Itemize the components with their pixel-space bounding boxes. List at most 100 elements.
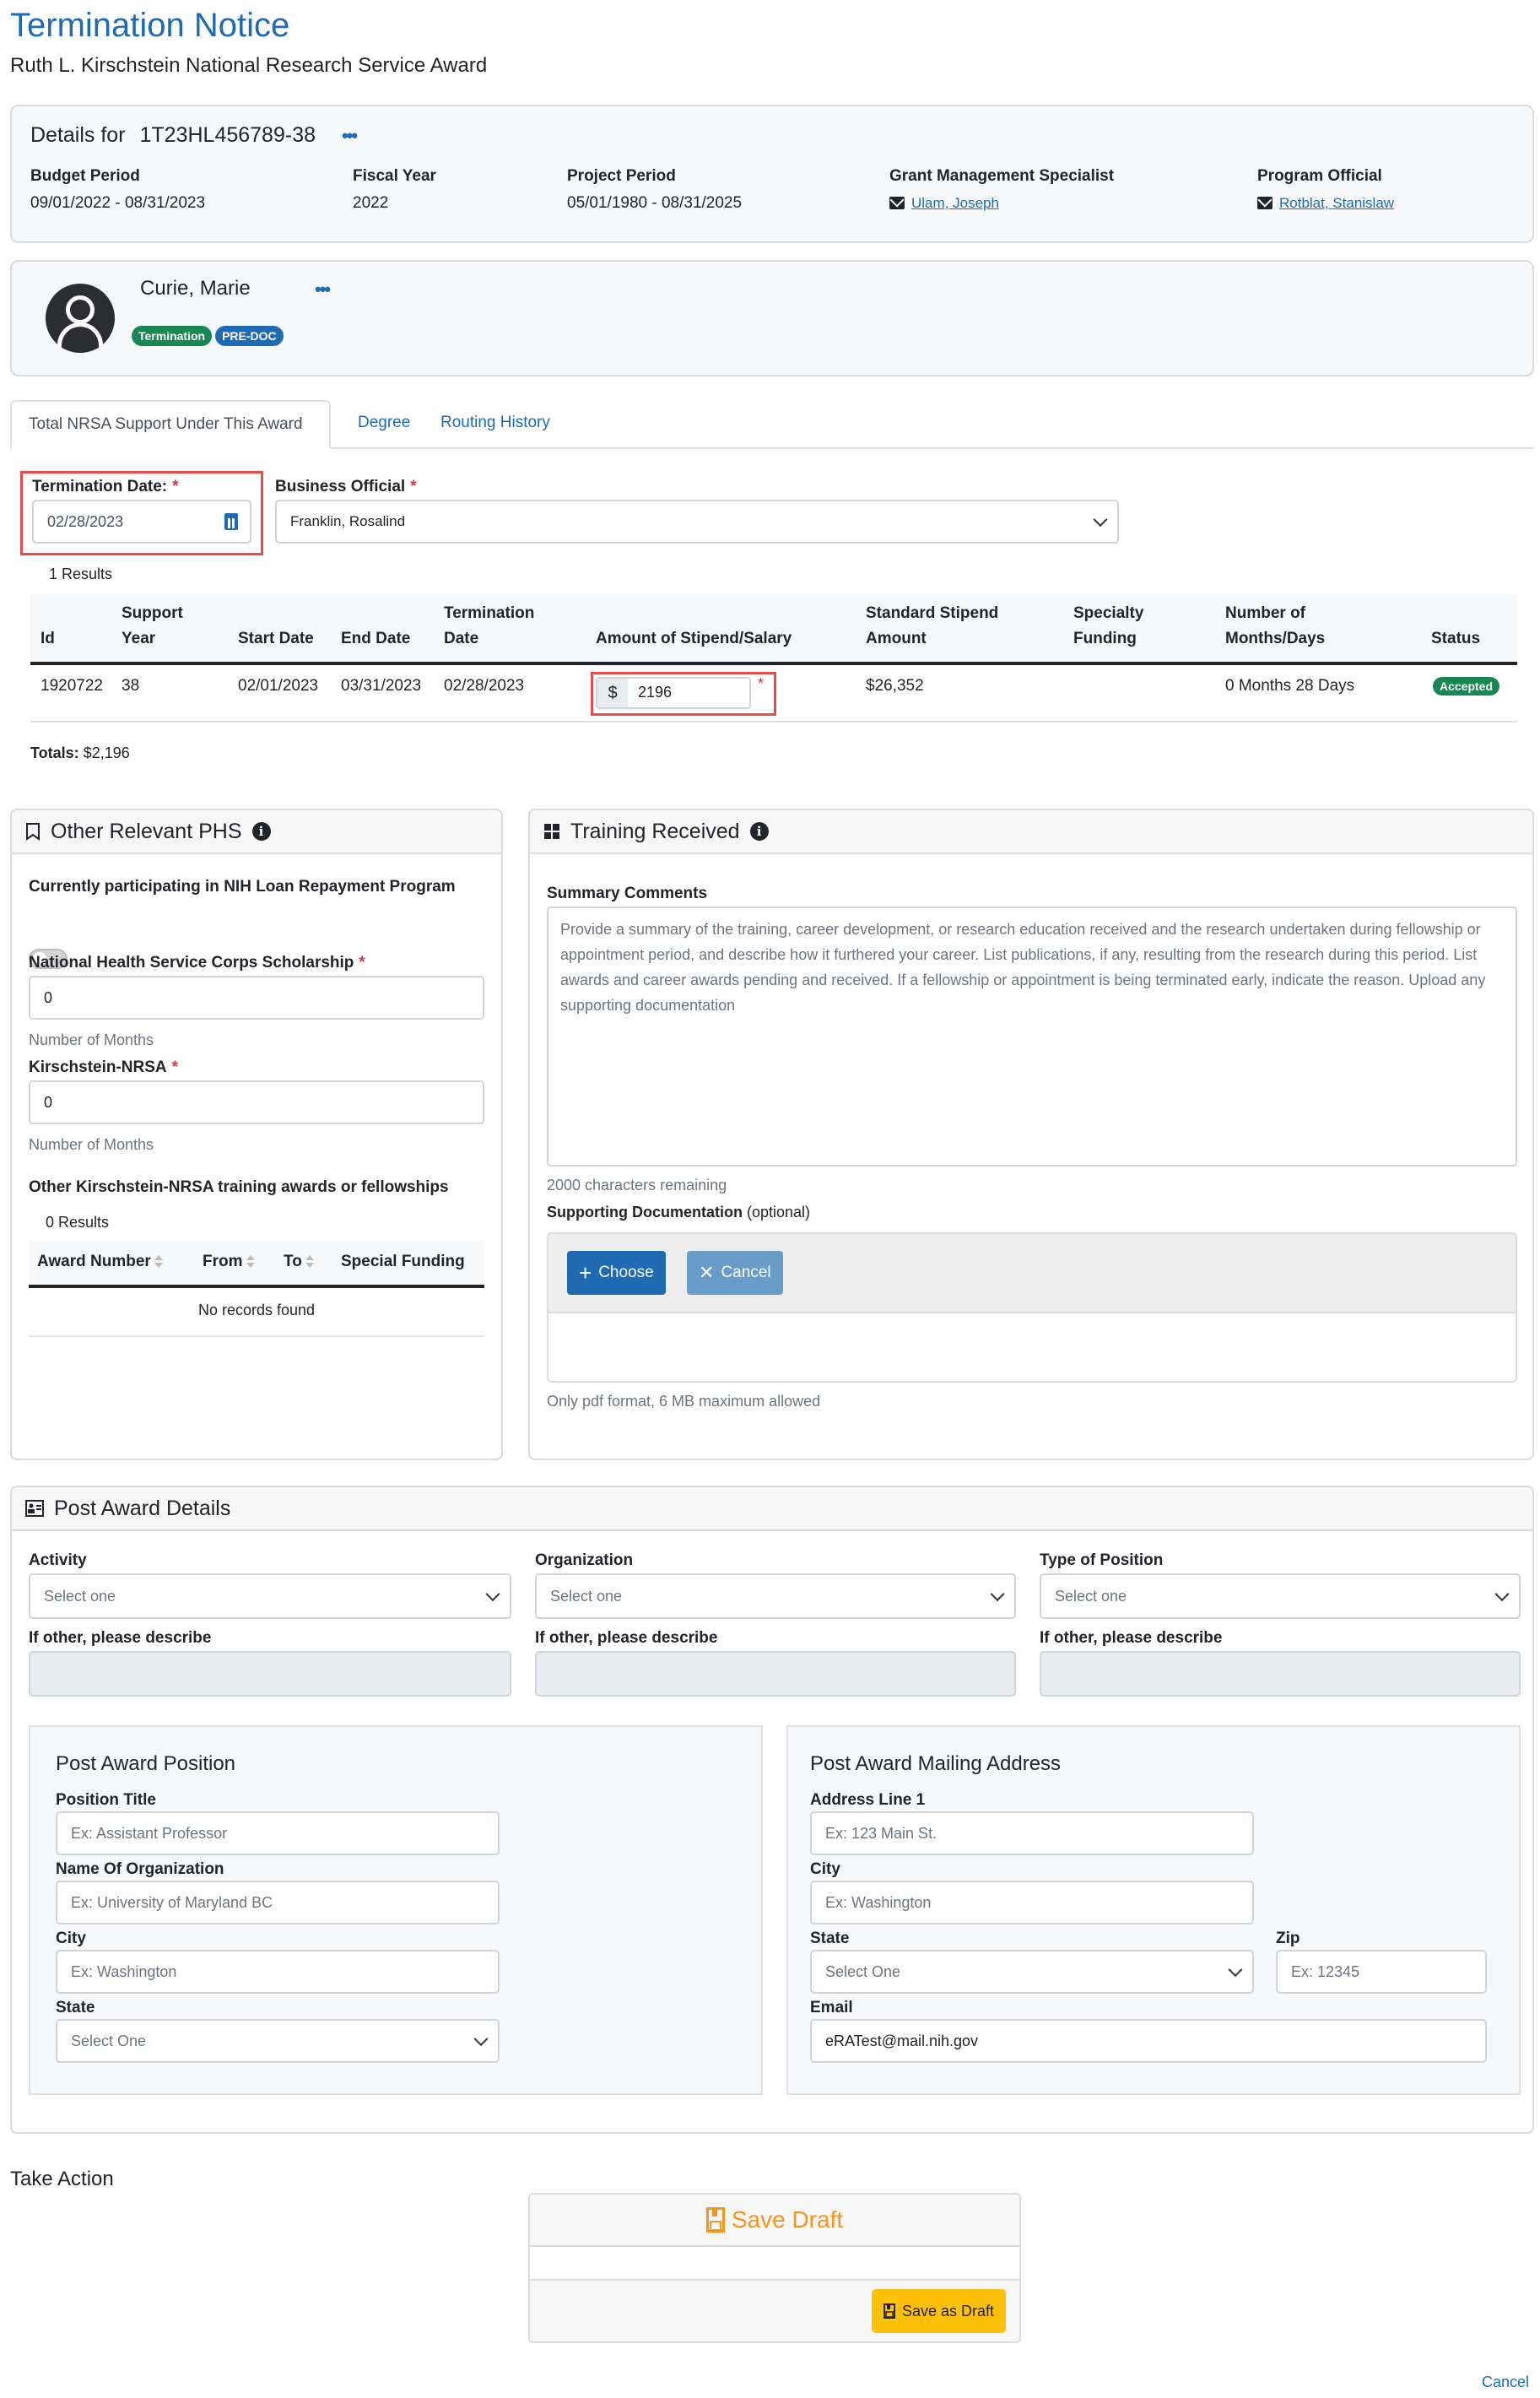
envelope-icon (889, 197, 905, 210)
fiscal-year: Fiscal Year 2022 (353, 167, 436, 213)
position-type-select[interactable]: Select one (1040, 1573, 1521, 1619)
activity-other-input (29, 1651, 511, 1697)
email-input[interactable]: eRATest@mail.nih.gov (810, 2019, 1487, 2063)
position-card-title: Post Award Position (56, 1752, 236, 1775)
col-support-year: Support Year (122, 604, 183, 647)
more-options-icon[interactable]: ••• (342, 125, 358, 147)
amount-input[interactable]: 2196 (628, 679, 682, 707)
organization-select[interactable]: Select one (535, 1573, 1016, 1619)
position-city-input[interactable]: Ex: Washington (56, 1950, 500, 1994)
trainee-badges: Termination PRE-DOC (132, 326, 284, 346)
badge-predoc: PRE-DOC (215, 326, 284, 346)
other-awards-label: Other Kirschstein-NRSA training awards o… (29, 1178, 449, 1196)
org-name-input[interactable]: Ex: University of Maryland BC (56, 1881, 500, 1924)
termination-date-input[interactable]: 02/28/2023 (32, 500, 251, 544)
position-city-label: City (56, 1930, 86, 1947)
more-options-icon[interactable]: ••• (315, 279, 331, 300)
post-award-position-card: Post Award Position Position Title Ex: A… (29, 1725, 763, 2095)
save-draft-card: Save Draft Save as Draft (528, 2193, 1021, 2343)
project-period-value: 05/01/1980 - 08/31/2025 (567, 194, 743, 212)
results-table-header: Id Support Year Start Date End Date Termi… (30, 594, 1517, 665)
info-icon[interactable]: i (251, 822, 271, 841)
budget-period-value: 09/01/2022 - 08/31/2023 (30, 194, 206, 212)
activity-select[interactable]: Select one (29, 1573, 511, 1619)
table-row: 1920722 38 02/01/2023 03/31/2023 02/28/2… (30, 667, 1517, 723)
tab-total-nrsa-support[interactable]: Total NRSA Support Under This Award (10, 400, 331, 449)
col-status: Status (1431, 630, 1481, 647)
page-title: Termination Notice (10, 7, 290, 44)
cell-months-days: 0 Months 28 Days (1225, 677, 1355, 695)
info-icon[interactable]: i (749, 822, 769, 841)
sort-icon (246, 1254, 255, 1269)
activity-label: Activity (29, 1551, 87, 1569)
cancel-upload-button[interactable]: ✕ Cancel (687, 1251, 783, 1295)
address-input[interactable]: Ex: 123 Main St. (810, 1811, 1254, 1855)
position-title-input[interactable]: Ex: Assistant Professor (56, 1811, 500, 1855)
chevron-down-icon (473, 2032, 489, 2047)
award-number: 1T23HL456789-38 (139, 123, 316, 147)
nrsa-input[interactable]: 0 (29, 1080, 484, 1124)
phs-panel-header: Other Relevant PHS i (12, 810, 501, 854)
col-end-date: End Date (341, 630, 411, 647)
business-official-select[interactable]: Franklin, Rosalind (275, 500, 1119, 544)
tab-degree[interactable]: Degree (341, 400, 427, 449)
termination-date-label: Termination Date: * (32, 478, 179, 495)
calendar-icon[interactable] (224, 513, 238, 530)
position-state-select[interactable]: Select One (56, 2019, 500, 2063)
totals-value: $2,196 (83, 744, 130, 761)
gms-label: Grant Management Specialist (889, 167, 1115, 185)
nhsc-input[interactable]: 0 (29, 976, 484, 1020)
zip-input[interactable]: Ex: 12345 (1276, 1950, 1487, 1994)
upload-help: Only pdf format, 6 MB maximum allowed (547, 1393, 821, 1410)
award-details-card: Details for 1T23HL456789-38 ••• Budget P… (10, 105, 1534, 243)
project-period-label: Project Period (567, 167, 676, 185)
chevron-down-icon (1093, 512, 1108, 528)
save-as-draft-button[interactable]: Save as Draft (871, 2289, 1006, 2333)
gms-link[interactable]: Ulam, Joseph (911, 195, 999, 211)
grant-management-specialist: Grant Management Specialist Ulam, Joseph (889, 167, 1114, 213)
position-title-label: Position Title (56, 1791, 156, 1809)
chevron-down-icon (990, 1587, 1005, 1602)
upload-dropzone[interactable] (547, 1313, 1517, 1383)
currency-addon: $ (597, 679, 628, 707)
contact-card-icon (25, 1500, 44, 1517)
fiscal-year-value: 2022 (353, 194, 389, 212)
summary-textarea[interactable]: Provide a summary of the training, caree… (547, 907, 1517, 1167)
mailing-city-input[interactable]: Ex: Washington (810, 1881, 1254, 1924)
po-link[interactable]: Rotblat, Stanislaw (1279, 195, 1394, 211)
mailing-state-label: State (810, 1930, 850, 1947)
choose-button[interactable]: + Choose (567, 1251, 666, 1295)
col-to[interactable]: To (284, 1253, 314, 1271)
position-type-label: Type of Position (1040, 1551, 1164, 1569)
results-count: 1 Results (49, 566, 113, 582)
training-received-panel: Training Received i Summary Comments Pro… (528, 809, 1534, 1460)
mailing-state-select[interactable]: Select One (810, 1950, 1254, 1994)
sort-icon (154, 1254, 163, 1269)
col-from[interactable]: From (203, 1253, 255, 1271)
envelope-icon (1257, 197, 1273, 210)
save-draft-title: Save Draft (731, 2206, 844, 2233)
cancel-link[interactable]: Cancel (1482, 2374, 1529, 2391)
cell-start-date: 02/01/2023 (238, 677, 319, 695)
col-award-number[interactable]: Award Number (37, 1253, 163, 1271)
cell-end-date: 03/31/2023 (341, 677, 422, 695)
totals-label: Totals: (30, 744, 79, 761)
amount-input-group[interactable]: $ 2196 (596, 677, 751, 709)
post-award-details-panel: Post Award Details Activity Select one O… (10, 1486, 1534, 2134)
grid-icon (544, 824, 559, 839)
floppy-disk-icon (705, 2207, 725, 2233)
trainee-card: Curie, Marie ••• Termination PRE-DOC (10, 260, 1534, 376)
floppy-disk-icon (883, 2303, 895, 2319)
close-icon: ✕ (699, 1262, 715, 1283)
budget-period: Budget Period 09/01/2022 - 08/31/2023 (30, 167, 205, 213)
mailing-city-label: City (810, 1860, 840, 1878)
chars-remaining: 2000 characters remaining (547, 1177, 727, 1194)
org-name-label: Name Of Organization (56, 1860, 224, 1878)
post-award-mailing-card: Post Award Mailing Address Address Line … (786, 1725, 1521, 2095)
tab-routing-history[interactable]: Routing History (424, 400, 567, 449)
nrsa-label: Kirschstein-NRSA * (29, 1058, 179, 1076)
required-marker: * (172, 478, 179, 495)
nhsc-label: National Health Service Corps Scholarshi… (29, 954, 365, 972)
save-draft-body (530, 2247, 1019, 2281)
project-period: Project Period 05/01/1980 - 08/31/2025 (567, 167, 742, 213)
